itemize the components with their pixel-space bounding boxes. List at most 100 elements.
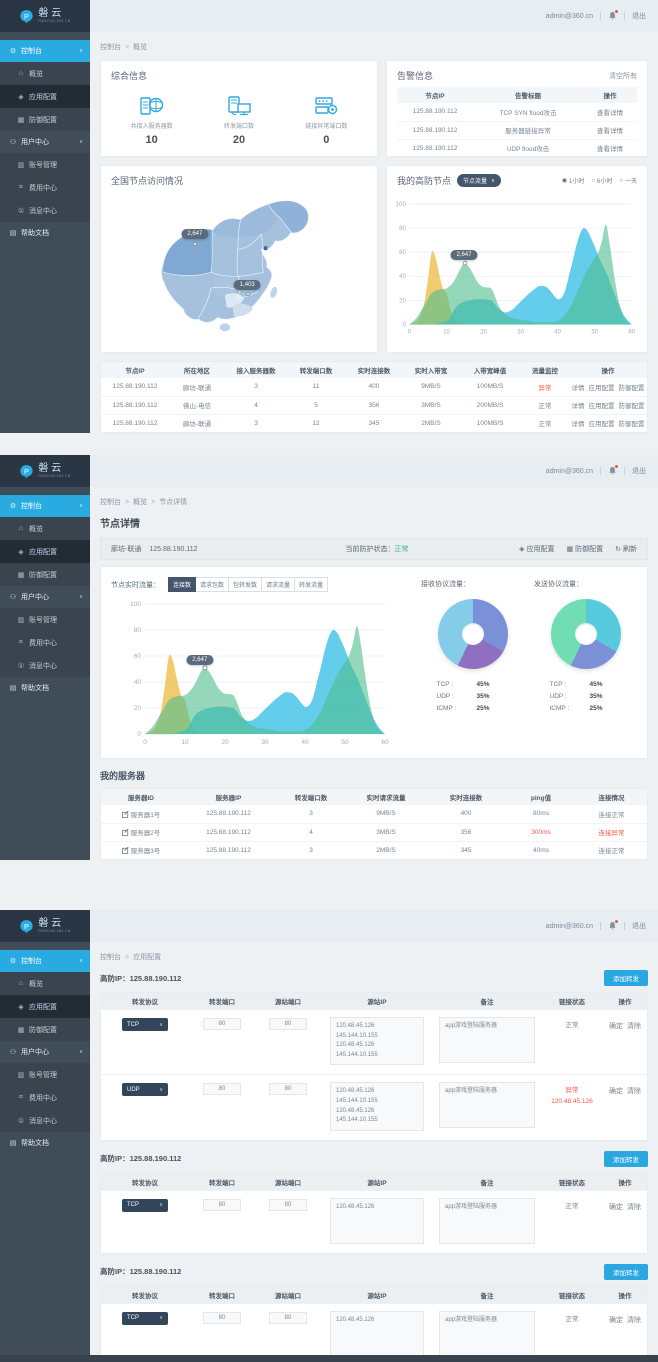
app-config-link[interactable]: 应用配置 [589,385,615,392]
sidebar-item-user-center[interactable]: ⚇ 用户中心 ∨ [0,586,90,608]
add-forward-button[interactable]: 添加转发 [604,1151,648,1167]
forward-port-input[interactable]: 80 [203,1083,241,1095]
clear-link[interactable]: 清除 [627,1088,641,1095]
source-ip-textarea[interactable]: 120.48.45.126 [330,1311,424,1357]
sidebar-item-console[interactable]: ⚙ 控制台 ∨ [0,950,90,972]
sidebar-item-console[interactable]: ⚙ 控制台 ∨ [0,495,90,517]
sidebar-item-help[interactable]: ▤ 帮助文档 [0,677,90,699]
add-forward-button[interactable]: 添加转发 [604,1264,648,1280]
sidebar-item-billing[interactable]: ¤ 费用中心 [0,1086,90,1109]
sidebar-item-console[interactable]: ⚙ 控制台 ∨ [0,40,90,62]
defense-config-link[interactable]: 防御配置 [619,385,645,392]
view-detail-link[interactable]: 查看详情 [597,146,623,153]
sidebar-item-defense-config[interactable]: ▦ 防御配置 [0,108,90,131]
app-config-link[interactable]: 应用配置 [589,421,615,428]
server-id[interactable]: 服务器3号 [131,848,161,855]
forward-port-input[interactable]: 80 [203,1199,241,1211]
sidebar-item-message[interactable]: ① 消息中心 [0,199,90,222]
defense-config-button[interactable]: ▦防御配置 [567,544,604,554]
province-hainan[interactable] [220,323,230,331]
radio-6h[interactable]: ○6小时 [591,176,612,185]
logout-link[interactable]: 退出 [632,11,646,21]
sidebar-item-help[interactable]: ▤ 帮助文档 [0,222,90,244]
source-port-input[interactable]: 80 [269,1018,307,1030]
note-textarea[interactable]: app游戏登陆服务器 [439,1311,535,1357]
defense-config-link[interactable]: 防御配置 [619,421,645,428]
notification-bell-icon[interactable] [608,11,617,21]
source-ip-textarea[interactable]: 120.48.45.126 145.144.10.155 120.48.45.1… [330,1082,424,1130]
server-id[interactable]: 服务器1号 [131,812,161,819]
user-email[interactable]: admin@360.cn [546,468,593,475]
sidebar-item-billing[interactable]: ¤ 费用中心 [0,631,90,654]
sidebar-item-account[interactable]: ▥ 账号管理 [0,1063,90,1086]
sidebar-item-defense-config[interactable]: ▦ 防御配置 [0,1018,90,1041]
sidebar-item-help[interactable]: ▤ 帮助文档 [0,1132,90,1154]
sidebar-item-user-center[interactable]: ⚇ 用户中心 ∨ [0,1041,90,1063]
note-textarea[interactable]: app游戏登陆服务器 [439,1017,535,1063]
breadcrumb-item[interactable]: 控制台 [100,952,121,962]
breadcrumb-item[interactable]: 控制台 [100,42,121,52]
edit-icon[interactable] [122,829,129,836]
source-port-input[interactable]: 80 [269,1083,307,1095]
sidebar-item-account[interactable]: ▥ 账号管理 [0,608,90,631]
logout-link[interactable]: 退出 [632,921,646,931]
note-textarea[interactable]: app游戏登陆服务器 [439,1198,535,1244]
protocol-select[interactable]: TCP∨ [122,1312,168,1325]
detail-link[interactable]: 详情 [572,421,585,428]
sidebar-item-user-center[interactable]: ⚇ 用户中心 ∨ [0,131,90,153]
sidebar-item-message[interactable]: ① 消息中心 [0,654,90,677]
forward-port-input[interactable]: 80 [203,1018,241,1030]
sidebar-item-app-config[interactable]: ◈ 应用配置 [0,85,90,108]
sidebar-item-overview[interactable]: ⌂ 概览 [0,972,90,995]
radio-1h[interactable]: ◉1小时 [562,176,585,185]
app-config-button[interactable]: ◈应用配置 [519,544,554,554]
add-forward-button[interactable]: 添加转发 [604,970,648,986]
sidebar-item-defense-config[interactable]: ▦ 防御配置 [0,563,90,586]
protocol-select[interactable]: TCP∨ [122,1018,168,1031]
user-email[interactable]: admin@360.cn [546,13,593,20]
detail-link[interactable]: 详情 [572,385,585,392]
sidebar-item-app-config[interactable]: ◈ 应用配置 [0,995,90,1018]
sidebar-item-overview[interactable]: ⌂ 概览 [0,517,90,540]
sidebar-item-account[interactable]: ▥ 账号管理 [0,153,90,176]
refresh-button[interactable]: ↻刷新 [615,544,637,554]
note-textarea[interactable]: app游戏登陆服务器 [439,1082,535,1128]
edit-icon[interactable] [122,811,129,818]
confirm-link[interactable]: 确定 [609,1204,623,1211]
source-port-input[interactable]: 80 [269,1199,307,1211]
notification-bell-icon[interactable] [608,921,617,931]
detail-link[interactable]: 详情 [572,403,585,410]
confirm-link[interactable]: 确定 [609,1088,623,1095]
notification-bell-icon[interactable] [608,466,617,476]
sidebar-item-overview[interactable]: ⌂ 概览 [0,62,90,85]
protocol-select[interactable]: TCP∨ [122,1199,168,1212]
source-ip-textarea[interactable]: 120.48.45.126 [330,1198,424,1244]
node-traffic-dropdown[interactable]: 节点流量 ∨ [457,174,501,187]
radio-1d[interactable]: ○一天 [619,176,637,185]
sidebar-item-app-config[interactable]: ◈ 应用配置 [0,540,90,563]
forward-port-input[interactable]: 80 [203,1312,241,1324]
sidebar-item-billing[interactable]: ¤ 费用中心 [0,176,90,199]
province-beijing[interactable] [264,246,267,250]
confirm-link[interactable]: 确定 [609,1023,623,1030]
tab-request-packets[interactable]: 请求包数 [196,577,229,592]
source-port-input[interactable]: 80 [269,1312,307,1324]
user-email[interactable]: admin@360.cn [546,923,593,930]
breadcrumb-item[interactable]: 概览 [133,497,147,507]
server-id[interactable]: 服务器2号 [131,830,161,837]
tab-forward-packets[interactable]: 包转发数 [229,577,262,592]
clear-link[interactable]: 清除 [627,1204,641,1211]
clear-link[interactable]: 清除 [627,1023,641,1030]
tab-request-traffic[interactable]: 请求流量 [262,577,295,592]
defense-config-link[interactable]: 防御配置 [619,403,645,410]
sidebar-item-message[interactable]: ① 消息中心 [0,1109,90,1132]
province-taiwan[interactable] [269,286,278,299]
clear-all-link[interactable]: 清空所有 [609,71,637,81]
clear-link[interactable]: 清除 [627,1317,641,1324]
view-detail-link[interactable]: 查看详情 [597,110,623,117]
view-detail-link[interactable]: 查看详情 [597,128,623,135]
breadcrumb-item[interactable]: 控制台 [100,497,121,507]
app-config-link[interactable]: 应用配置 [589,403,615,410]
logout-link[interactable]: 退出 [632,466,646,476]
edit-icon[interactable] [122,847,129,854]
